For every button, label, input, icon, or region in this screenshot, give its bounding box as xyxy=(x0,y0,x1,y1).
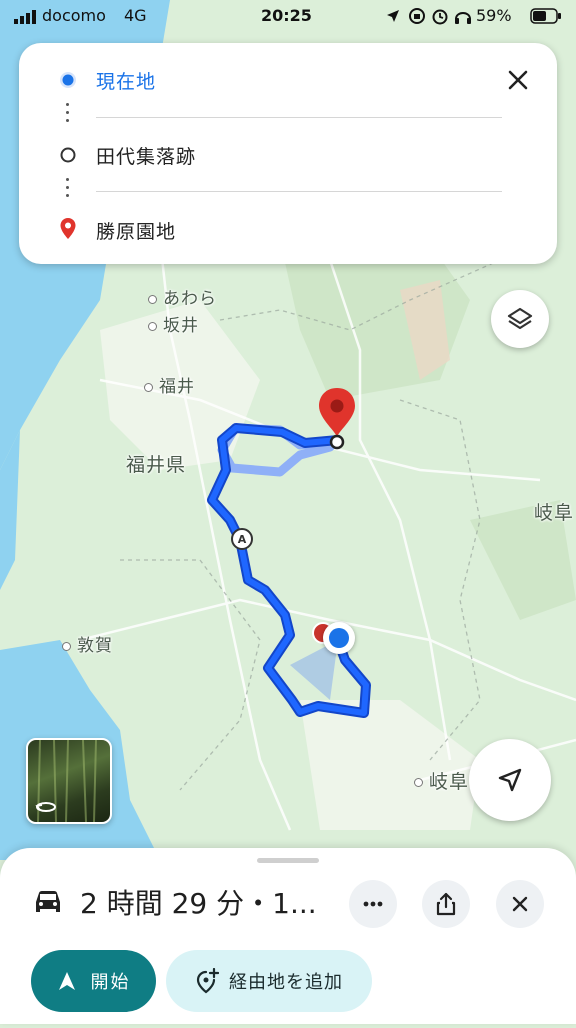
rotate-360-icon xyxy=(35,802,56,812)
map-label-sakai: 坂井 xyxy=(148,311,199,336)
label-text: 坂井 xyxy=(163,316,199,336)
destination-row[interactable]: 勝原園地 xyxy=(19,209,557,249)
close-icon xyxy=(508,70,528,90)
add-stop-label: 経由地を追加 xyxy=(229,972,343,993)
network-type: 4G xyxy=(124,6,147,25)
destination-text: 勝原園地 xyxy=(96,221,177,243)
route-bottom-sheet: 2 時間 29 分・1... 開始 経由地を追加 xyxy=(0,848,576,1024)
label-text: 敦賀 xyxy=(77,636,113,656)
divider xyxy=(96,191,502,192)
origin-text: 現在地 xyxy=(96,71,157,93)
origin-row[interactable]: 現在地 xyxy=(19,59,557,99)
signal-icon xyxy=(14,9,40,28)
navigation-arrow-icon xyxy=(498,768,522,792)
label-text: 岐阜 xyxy=(429,771,470,793)
map-label-gifu-pref: 岐阜 xyxy=(534,502,575,524)
map-label-fukui-pref: 福井県 xyxy=(126,454,187,476)
location-arrow-icon xyxy=(386,8,400,27)
street-view-thumbnail[interactable] xyxy=(26,738,112,824)
label-text: 福井 xyxy=(159,377,195,397)
orientation-lock-icon xyxy=(408,7,426,29)
carrier-name: docomo xyxy=(42,6,106,25)
clock: 20:25 xyxy=(261,6,312,25)
waypoint-text: 田代集落跡 xyxy=(96,146,197,168)
recenter-button[interactable] xyxy=(469,739,551,821)
divider xyxy=(96,117,502,118)
town-dot-icon xyxy=(148,321,157,331)
town-dot-icon xyxy=(144,382,153,392)
town-dot-icon xyxy=(148,294,157,304)
share-icon xyxy=(436,892,456,916)
current-location-marker xyxy=(323,622,355,654)
directions-card: 現在地 田代集落跡 勝原園地 xyxy=(19,43,557,264)
route-dots xyxy=(66,178,70,202)
label-text: あわら xyxy=(163,289,217,309)
navigation-arrow-icon xyxy=(58,972,75,990)
close-route-button[interactable] xyxy=(496,880,544,928)
map-label-tsuruga: 敦賀 xyxy=(62,631,113,656)
share-button[interactable] xyxy=(422,880,470,928)
start-label: 開始 xyxy=(90,972,131,993)
status-bar: docomo 4G 20:25 59% xyxy=(0,0,576,34)
route-duration-summary: 2 時間 29 分・1... xyxy=(80,887,317,920)
route-dots xyxy=(66,103,70,127)
waypoint-circle-icon xyxy=(59,146,77,164)
more-options-button[interactable] xyxy=(349,880,397,928)
destination-pin-icon[interactable] xyxy=(317,386,357,452)
map-label-awara: あわら xyxy=(148,284,217,309)
waypoint-row[interactable]: 田代集落跡 xyxy=(19,134,557,174)
map-label-gifu-city: 岐阜 xyxy=(414,767,469,794)
town-dot-icon xyxy=(414,778,423,787)
close-directions-button[interactable] xyxy=(501,63,535,97)
car-icon xyxy=(32,888,64,920)
add-location-icon xyxy=(196,968,219,994)
map-pin-icon xyxy=(59,217,77,239)
town-dot-icon xyxy=(62,641,71,651)
layers-icon xyxy=(507,307,533,330)
waypoint-a-marker[interactable]: A xyxy=(231,528,253,550)
battery-icon xyxy=(530,8,562,28)
add-stop-button[interactable]: 経由地を追加 xyxy=(166,950,372,1012)
headphones-icon xyxy=(454,7,472,29)
forest-image xyxy=(35,740,97,822)
close-icon xyxy=(512,896,528,912)
battery-percent: 59% xyxy=(476,6,512,25)
start-navigation-button[interactable]: 開始 xyxy=(31,950,156,1012)
more-horizontal-icon xyxy=(363,901,383,907)
layers-button[interactable] xyxy=(491,290,549,348)
drag-handle[interactable] xyxy=(257,858,319,863)
alarm-icon xyxy=(431,7,449,29)
current-location-icon xyxy=(59,71,77,89)
map-label-fukui-city: 福井 xyxy=(144,372,195,397)
